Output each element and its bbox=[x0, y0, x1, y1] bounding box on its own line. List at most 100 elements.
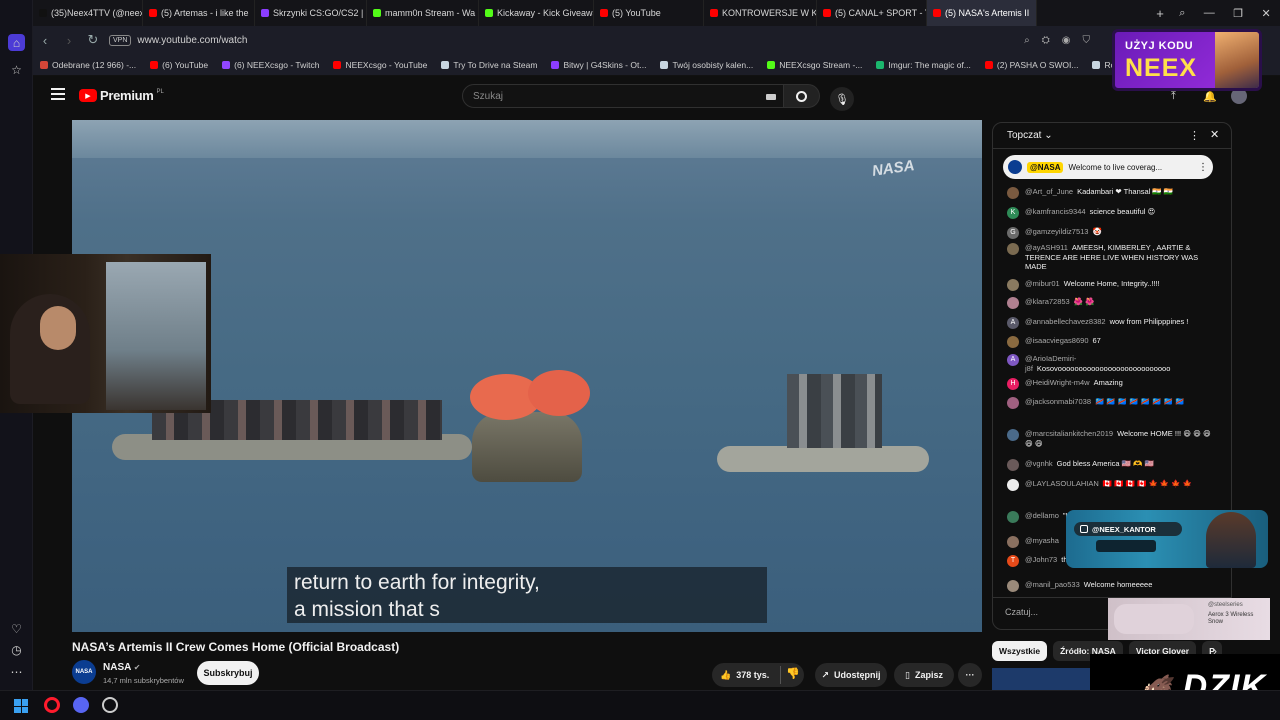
browser-tab[interactable]: KONTROWERSJE W KOŃC bbox=[704, 0, 817, 26]
chat-avatar[interactable] bbox=[1007, 336, 1019, 348]
chat-avatar[interactable] bbox=[1007, 479, 1019, 491]
search-button[interactable] bbox=[784, 84, 820, 108]
close-window-icon[interactable]: ✕ bbox=[1262, 7, 1271, 20]
menu-icon[interactable] bbox=[51, 88, 65, 100]
chat-author[interactable]: @marcsitaliankitchen2019 bbox=[1025, 429, 1113, 438]
url-field[interactable]: www.youtube.com/watch bbox=[137, 35, 247, 46]
reload-icon[interactable]: ↻ bbox=[81, 32, 105, 48]
chat-avatar[interactable] bbox=[1007, 536, 1019, 548]
chat-avatar[interactable] bbox=[1007, 243, 1019, 255]
thumbs-down-icon[interactable]: 👎 bbox=[786, 667, 800, 680]
chat-avatar[interactable]: H bbox=[1007, 378, 1019, 390]
chat-author[interactable]: @manil_pao533 bbox=[1025, 580, 1080, 589]
related-video-thumbnail[interactable] bbox=[992, 668, 1092, 690]
chat-author[interactable]: @LAYLASOULAHIAN bbox=[1025, 479, 1099, 488]
chat-input[interactable]: Czatuj... bbox=[1005, 607, 1115, 617]
bookmark-item[interactable]: (2) PASHA O SWOI... bbox=[978, 60, 1086, 70]
bookmark-item[interactable]: (6) NEEXcsgo - Twitch bbox=[215, 60, 326, 70]
chat-author[interactable]: @klara72853 bbox=[1025, 297, 1070, 306]
browser-tab[interactable]: Skrzynki CS:GO/CS2 | G4S bbox=[255, 0, 367, 26]
keyboard-icon[interactable] bbox=[766, 94, 776, 100]
browser-tab[interactable]: (5) CANAL+ SPORT - YouT bbox=[817, 0, 927, 26]
zoom-icon[interactable]: ⌕ bbox=[1024, 35, 1030, 46]
chat-avatar[interactable] bbox=[1007, 297, 1019, 309]
more-actions-button[interactable]: ··· bbox=[958, 663, 982, 687]
shield-icon[interactable]: ⛉ bbox=[1083, 35, 1091, 46]
home-icon[interactable]: ⌂ bbox=[8, 34, 25, 51]
minimize-icon[interactable]: — bbox=[1204, 7, 1215, 20]
subscribe-button[interactable]: Subskrybuj bbox=[197, 661, 259, 685]
chat-avatar[interactable]: K bbox=[1007, 207, 1019, 219]
share-button[interactable]: ↗ Udostępnij bbox=[815, 663, 887, 687]
pinned-more-icon[interactable]: ⋮ bbox=[1198, 162, 1208, 173]
history-icon[interactable]: ◷ bbox=[8, 641, 25, 658]
chat-author[interactable]: @gamzeyildiz7513 bbox=[1025, 227, 1088, 236]
bookmark-item[interactable]: Bitwy | G4Skins - Ot... bbox=[544, 60, 653, 70]
channel-avatar[interactable]: NASA bbox=[72, 660, 96, 684]
chat-avatar[interactable]: G bbox=[1007, 227, 1019, 239]
youtube-logo[interactable]: ▶ Premium PL bbox=[79, 88, 164, 103]
close-chat-icon[interactable]: ✕ bbox=[1210, 128, 1219, 141]
create-icon[interactable]: ⤒ bbox=[1171, 90, 1176, 103]
chat-author[interactable]: @mibur01 bbox=[1025, 279, 1060, 288]
discord-icon[interactable] bbox=[73, 697, 89, 713]
chat-author[interactable]: @HeidiWright-m4w bbox=[1025, 378, 1090, 387]
browser-tab[interactable]: mamm0n Stream - Wa bbox=[367, 0, 479, 26]
app-icon[interactable] bbox=[102, 697, 118, 713]
windows-start-icon[interactable] bbox=[14, 699, 28, 713]
channel-name[interactable]: NASA ✔ bbox=[103, 662, 140, 673]
chat-avatar[interactable] bbox=[1007, 397, 1019, 409]
opera-taskbar-icon[interactable] bbox=[44, 697, 60, 713]
chat-avatar[interactable] bbox=[1007, 511, 1019, 523]
pinned-message[interactable]: @NASA Welcome to live coverag... ⋮ bbox=[1003, 155, 1213, 179]
chat-author[interactable]: @Art_of_June bbox=[1025, 187, 1073, 196]
bookmark-item[interactable]: NEEXcsgo - YouTube bbox=[326, 60, 434, 70]
chat-more-icon[interactable]: ⋮ bbox=[1189, 129, 1200, 142]
browser-tab[interactable]: Kickaway - Kick Giveaway bbox=[479, 0, 594, 26]
bookmark-item[interactable]: Twój osobisty kalen... bbox=[653, 60, 760, 70]
chat-author[interactable]: @jacksonmabi7038 bbox=[1025, 397, 1091, 406]
chat-author[interactable]: @ayASH911 bbox=[1025, 243, 1068, 252]
bookmark-item[interactable]: (6) YouTube bbox=[143, 60, 215, 70]
save-button[interactable]: ▯ Zapisz bbox=[894, 663, 954, 687]
back-icon[interactable]: ‹ bbox=[33, 33, 57, 48]
chat-avatar[interactable] bbox=[1007, 187, 1019, 199]
chat-avatar[interactable] bbox=[1007, 580, 1019, 592]
browser-tab[interactable]: (5) Artemas - i like the bbox=[143, 0, 255, 26]
vpn-badge[interactable]: VPN bbox=[109, 34, 132, 46]
microphone-icon[interactable]: 🎙 bbox=[830, 87, 854, 111]
chat-author[interactable]: @dellamo bbox=[1025, 511, 1059, 520]
chat-author[interactable]: @kamfrancis9344 bbox=[1025, 207, 1086, 216]
notifications-icon[interactable]: 🔔 bbox=[1203, 90, 1217, 103]
heart-icon[interactable]: ♡ bbox=[8, 620, 25, 637]
bookmark-item[interactable]: Odebrane (12 966) -... bbox=[33, 60, 143, 70]
bookmark-item[interactable]: Try To Drive na Steam bbox=[434, 60, 544, 70]
chat-avatar[interactable] bbox=[1007, 429, 1019, 441]
chat-mode-dropdown[interactable]: Topczat ⌄ bbox=[1007, 130, 1053, 141]
chat-avatar[interactable]: T bbox=[1007, 555, 1019, 567]
speed-dial-icon[interactable]: ☆ bbox=[8, 61, 25, 78]
new-tab-button[interactable]: + bbox=[1150, 6, 1170, 21]
browser-tab[interactable]: (35)Neex4TTV (@neex4tt bbox=[33, 0, 143, 26]
camera-icon[interactable]: ◉ bbox=[1062, 35, 1071, 46]
chat-avatar[interactable] bbox=[1007, 279, 1019, 291]
extension-icon[interactable]: ⛭ bbox=[1042, 35, 1050, 46]
restore-icon[interactable]: ❐ bbox=[1233, 7, 1243, 20]
browser-tab[interactable]: (5) YouTube bbox=[594, 0, 704, 26]
search-tabs-icon[interactable]: ⌕ bbox=[1179, 7, 1185, 20]
bookmark-item[interactable]: NEEXcsgo Stream -... bbox=[760, 60, 869, 70]
forward-icon[interactable]: › bbox=[57, 33, 81, 48]
more-icon[interactable]: ⋯ bbox=[8, 663, 25, 680]
chat-avatar[interactable] bbox=[1007, 459, 1019, 471]
search-input[interactable]: Szukaj bbox=[462, 84, 784, 108]
bookmark-item[interactable]: Imgur: The magic of... bbox=[869, 60, 978, 70]
chat-author[interactable]: @isaacviegas8690 bbox=[1025, 336, 1089, 345]
chat-avatar[interactable]: A bbox=[1007, 354, 1019, 366]
chat-author[interactable]: @John73 bbox=[1025, 555, 1057, 564]
chat-author[interactable]: @annabellechavez8382 bbox=[1025, 317, 1106, 326]
chat-author[interactable]: @vgnhk bbox=[1025, 459, 1053, 468]
chat-avatar[interactable]: A bbox=[1007, 317, 1019, 329]
browser-tab[interactable]: (5) NASA's Artemis II bbox=[927, 0, 1037, 26]
chat-author[interactable]: @myasha bbox=[1025, 536, 1059, 545]
filter-chip[interactable]: Wszystkie bbox=[992, 641, 1048, 661]
